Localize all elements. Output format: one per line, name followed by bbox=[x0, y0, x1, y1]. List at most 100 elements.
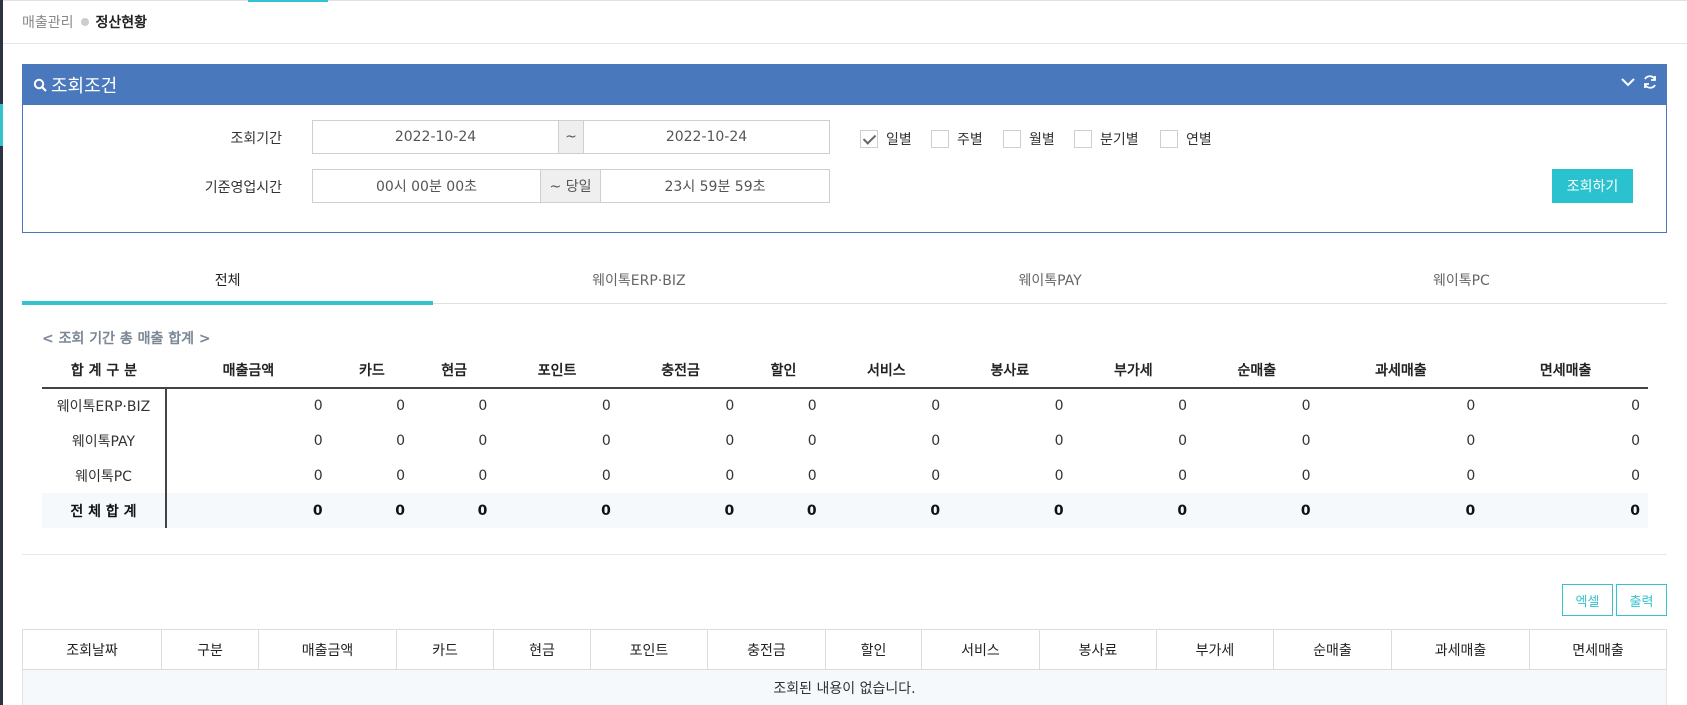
row-label: 웨이톡ERP·BIZ bbox=[42, 388, 167, 423]
cell-value: 0 bbox=[396, 467, 405, 484]
checkbox-monthly[interactable] bbox=[1003, 130, 1021, 148]
header-divider bbox=[3, 43, 1687, 44]
cell-value: 0 bbox=[931, 432, 941, 449]
detail-col-header: 현금 bbox=[493, 629, 591, 670]
period-option-label: 주별 bbox=[957, 132, 983, 148]
total-value: 0 bbox=[1071, 493, 1196, 528]
total-value: 0 bbox=[1483, 493, 1648, 528]
total-value: 0 bbox=[824, 493, 949, 528]
summary-col-header: 할인 bbox=[742, 352, 825, 389]
cell-value: 0 bbox=[313, 398, 323, 414]
cell-value: 0 bbox=[725, 467, 735, 484]
date-range-separator: ~ bbox=[559, 120, 583, 154]
tab-pay[interactable]: 웨이톡PAY bbox=[845, 260, 1256, 303]
time-from-input[interactable]: 00시 00분 00초 bbox=[312, 169, 541, 203]
cell-value: 0 bbox=[1631, 467, 1640, 484]
cell-value: 0 bbox=[1631, 398, 1640, 414]
breadcrumb-separator bbox=[80, 18, 89, 26]
summary-col-header: 포인트 bbox=[495, 352, 619, 389]
section-divider bbox=[22, 554, 1667, 555]
channel-tabs: 전체 웨이톡ERP·BIZ 웨이톡PAY 웨이톡PC bbox=[22, 260, 1667, 305]
cell-value: 0 bbox=[601, 432, 611, 449]
detail-col-header: 순매출 bbox=[1273, 629, 1392, 670]
cell-value: 0 bbox=[1466, 398, 1476, 414]
total-row: 전 체 합 계 0 0 0 0 0 0 0 0 0 0 0 0 bbox=[42, 493, 1648, 528]
period-option-yearly[interactable]: 연별 bbox=[1160, 129, 1212, 149]
panel-tools bbox=[1620, 74, 1658, 90]
tab-erp-biz[interactable]: 웨이톡ERP·BIZ bbox=[433, 260, 844, 303]
cell-value: 0 bbox=[1301, 432, 1311, 449]
detail-col-header: 봉사료 bbox=[1039, 629, 1157, 670]
total-value: 0 bbox=[618, 493, 743, 528]
cell-value: 0 bbox=[313, 467, 323, 484]
time-to-input[interactable]: 23시 59분 59초 bbox=[600, 169, 830, 203]
period-option-label: 분기별 bbox=[1100, 132, 1139, 148]
detail-col-header: 충전금 bbox=[707, 629, 826, 670]
total-value: 0 bbox=[413, 493, 496, 528]
cell-value: 0 bbox=[396, 432, 405, 449]
period-option-weekly[interactable]: 주별 bbox=[931, 129, 983, 149]
refresh-icon[interactable] bbox=[1642, 74, 1658, 90]
date-from-input[interactable]: 2022-10-24 bbox=[312, 120, 559, 154]
summary-col-header: 현금 bbox=[413, 352, 496, 389]
cell-value: 0 bbox=[1054, 432, 1064, 449]
cell-value: 0 bbox=[1178, 432, 1188, 449]
top-tab-indicator bbox=[248, 0, 328, 2]
tab-all[interactable]: 전체 bbox=[22, 260, 434, 305]
search-panel-title: 조회조건 bbox=[51, 76, 118, 97]
date-to-input[interactable]: 2022-10-24 bbox=[583, 120, 830, 154]
summary-caption: < 조회 기간 총 매출 합계 > bbox=[42, 331, 211, 347]
summary-col-header: 부가세 bbox=[1071, 352, 1196, 389]
search-button[interactable]: 조회하기 bbox=[1552, 169, 1633, 203]
checkbox-weekly[interactable] bbox=[931, 130, 949, 148]
cell-value: 0 bbox=[1466, 432, 1476, 449]
empty-row: 조회된 내용이 없습니다. bbox=[22, 669, 1667, 705]
period-option-label: 일별 bbox=[886, 132, 912, 148]
breadcrumb-parent[interactable]: 매출관리 bbox=[22, 12, 74, 32]
period-option-label: 월별 bbox=[1029, 132, 1055, 148]
cell-value: 0 bbox=[478, 398, 488, 414]
cell-value: 0 bbox=[1178, 398, 1188, 414]
cell-value: 0 bbox=[1301, 467, 1311, 484]
table-row: 웨이톡PC 0 0 0 0 0 0 0 0 0 0 0 0 bbox=[42, 458, 1648, 493]
search-icon bbox=[33, 78, 47, 92]
cell-value: 0 bbox=[931, 398, 941, 414]
detail-col-header: 과세매출 bbox=[1391, 629, 1530, 670]
detail-col-header: 면세매출 bbox=[1529, 629, 1667, 670]
period-option-monthly[interactable]: 월별 bbox=[1003, 129, 1055, 149]
period-option-daily[interactable]: 일별 bbox=[860, 129, 912, 149]
table-row: 웨이톡ERP·BIZ 0 0 0 0 0 0 0 0 0 0 0 0 bbox=[42, 388, 1648, 423]
checkbox-daily[interactable] bbox=[860, 130, 878, 148]
total-value: 0 bbox=[330, 493, 413, 528]
biz-time-label: 기준영업시간 bbox=[204, 180, 282, 196]
excel-button[interactable]: 엑셀 bbox=[1562, 584, 1613, 616]
tab-pc[interactable]: 웨이톡PC bbox=[1256, 260, 1667, 303]
detail-col-header: 부가세 bbox=[1156, 629, 1274, 670]
summary-col-header: 서비스 bbox=[824, 352, 949, 389]
print-button[interactable]: 출력 bbox=[1616, 584, 1667, 616]
chevron-down-icon[interactable] bbox=[1620, 74, 1636, 90]
empty-message: 조회된 내용이 없습니다. bbox=[22, 669, 1667, 705]
cell-value: 0 bbox=[1466, 467, 1476, 484]
detail-col-header: 조회날짜 bbox=[22, 629, 162, 670]
period-option-quarterly[interactable]: 분기별 bbox=[1074, 129, 1139, 149]
cell-value: 0 bbox=[807, 432, 817, 449]
checkbox-yearly[interactable] bbox=[1160, 130, 1178, 148]
cell-value: 0 bbox=[396, 398, 405, 414]
time-range-separator: ~ 당일 bbox=[541, 169, 600, 203]
table-row: 웨이톡PAY 0 0 0 0 0 0 0 0 0 0 0 0 bbox=[42, 423, 1648, 458]
summary-col-header: 카드 bbox=[330, 352, 413, 389]
detail-col-header: 포인트 bbox=[590, 629, 708, 670]
cell-value: 0 bbox=[931, 467, 941, 484]
cell-value: 0 bbox=[313, 432, 323, 449]
summary-col-header: 충전금 bbox=[618, 352, 743, 389]
cell-value: 0 bbox=[725, 432, 735, 449]
breadcrumb-current: 정산현황 bbox=[95, 15, 148, 31]
cell-value: 0 bbox=[478, 467, 488, 484]
cell-value: 0 bbox=[1301, 398, 1311, 414]
total-row-label: 전 체 합 계 bbox=[42, 493, 167, 528]
summary-col-header: 매출금액 bbox=[166, 352, 331, 389]
checkbox-quarterly[interactable] bbox=[1074, 130, 1092, 148]
summary-table: 합 계 구 분 매출금액 카드 현금 포인트 충전금 할인 서비스 봉사료 부가… bbox=[42, 352, 1648, 528]
cell-value: 0 bbox=[1054, 467, 1064, 484]
